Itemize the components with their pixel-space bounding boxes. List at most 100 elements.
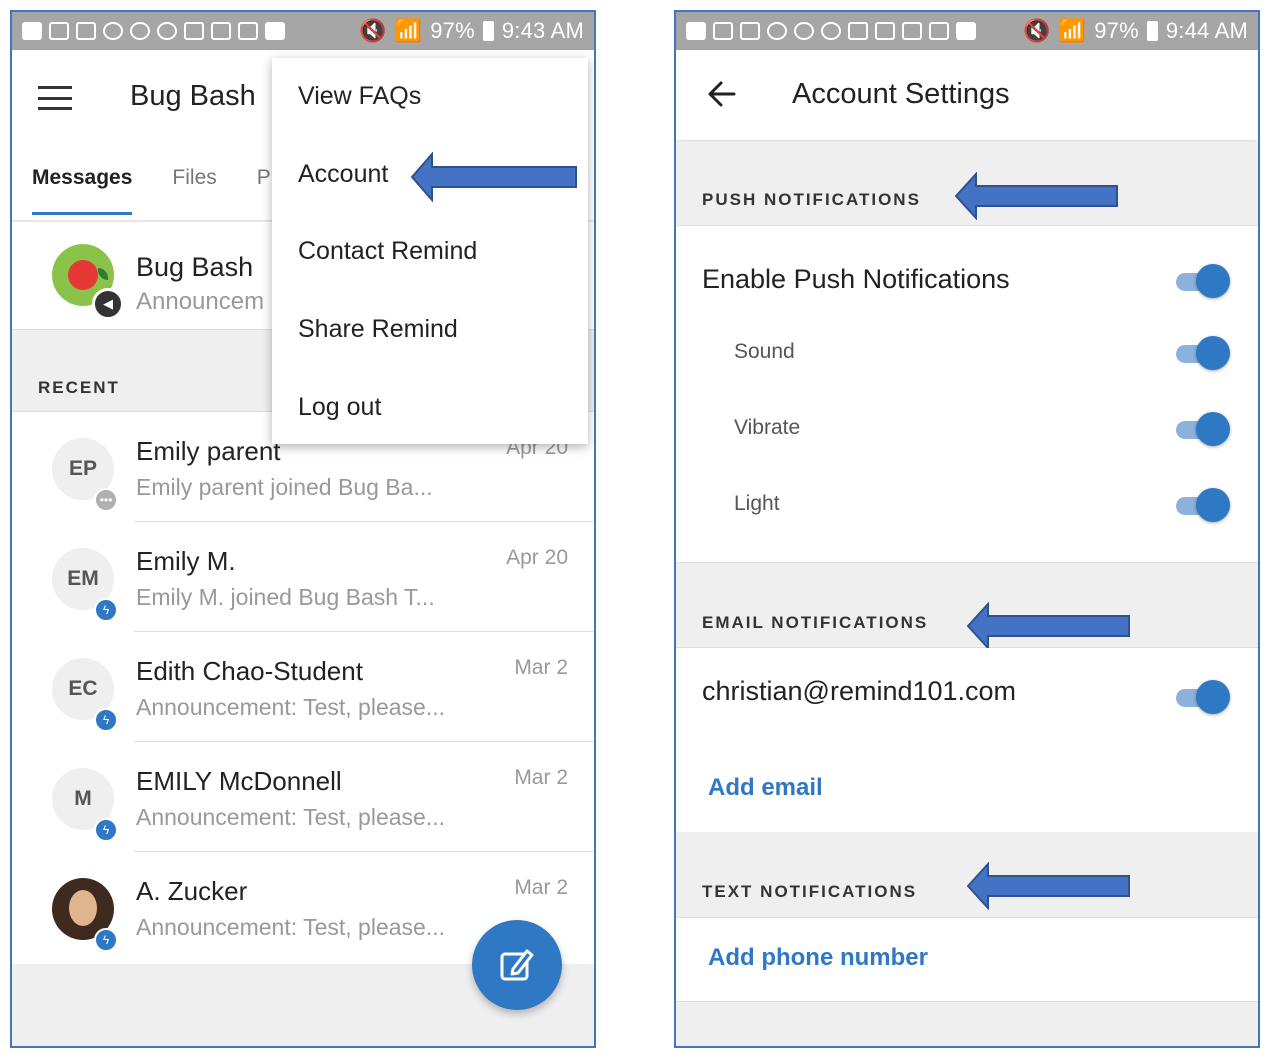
apple-icon <box>68 260 108 290</box>
message-sender: EMILY McDonnell <box>136 766 342 796</box>
notification-icons <box>686 22 976 40</box>
calendar-icon <box>929 22 949 40</box>
battery-level: 97% <box>1094 18 1139 43</box>
message-date: Apr 20 <box>506 546 568 569</box>
menu-item-log-out[interactable]: Log out <box>272 368 588 446</box>
tab-messages[interactable]: Messages <box>32 166 133 215</box>
class-name: Bug Bash <box>136 252 254 282</box>
text-notifications-label: TEXT NOTIFICATIONS <box>702 882 918 901</box>
callout-arrow-account <box>410 152 577 202</box>
signal-icon: 📶 <box>1058 18 1087 43</box>
battery-icon <box>1146 21 1158 41</box>
message-date: Mar 2 <box>514 656 568 679</box>
voicemail-icon <box>76 22 96 40</box>
mail-icon <box>211 22 231 40</box>
page-title: Bug Bash <box>130 80 256 112</box>
vibrate-label: Vibrate <box>734 416 801 439</box>
calendar-icon <box>238 22 258 40</box>
message-preview: Emily parent joined Bug Ba... <box>136 474 433 500</box>
message-sender: Edith Chao-Student <box>136 656 363 686</box>
message-preview: Announcement: Test, please... <box>136 914 445 940</box>
settings-footer <box>676 1002 1258 1046</box>
enable-push-toggle[interactable] <box>1176 264 1230 298</box>
signal-icon: 📶 <box>394 18 423 43</box>
weather-icon <box>821 22 841 40</box>
push-notifications-label: PUSH NOTIFICATIONS <box>702 190 921 209</box>
back-arrow-icon[interactable] <box>706 78 738 110</box>
clock: 9:43 AM <box>501 18 584 43</box>
chat-icon <box>22 22 42 40</box>
message-preview: Announcement: Test, please... <box>136 804 445 830</box>
message-sender: A. Zucker <box>136 876 248 906</box>
callout-arrow-email <box>966 602 1130 650</box>
email-address: christian@remind101.com <box>702 676 1017 706</box>
voicemail-icon <box>740 22 760 40</box>
weather-icon <box>157 22 177 40</box>
mute-icon: 🔇 <box>359 18 387 43</box>
recent-label: RECENT <box>38 378 120 397</box>
menu-icon[interactable] <box>38 86 72 110</box>
add-email-link[interactable]: Add email <box>708 774 823 802</box>
light-toggle[interactable] <box>1176 488 1230 522</box>
status-bar: 🔇 📶 97% 9:44 AM <box>676 12 1258 50</box>
list-item[interactable]: EM ϟ Emily M. Emily M. joined Bug Bash T… <box>12 522 594 632</box>
message-list: EP ••• Emily parent Emily parent joined … <box>12 412 594 962</box>
status-bar: 🔇 📶 97% 9:43 AM <box>12 12 594 50</box>
menu-item-view-faqs[interactable]: View FAQs <box>272 58 588 136</box>
mail-icon <box>875 22 895 40</box>
email-toggle[interactable] <box>1176 680 1230 714</box>
chat-icon <box>686 22 706 40</box>
clock: 9:44 AM <box>1165 18 1248 43</box>
battery-level: 97% <box>430 18 475 43</box>
tab-files[interactable]: Files <box>172 166 216 215</box>
enable-push-label: Enable Push Notifications <box>702 264 1010 294</box>
menu-item-contact-remind[interactable]: Contact Remind <box>272 213 588 291</box>
chat-bubble-badge-icon: ••• <box>94 488 118 512</box>
text-settings: Add phone number <box>676 918 1258 1002</box>
message-sender: Emily M. <box>136 546 236 576</box>
battery-icon <box>482 21 494 41</box>
message-preview: Announcement: Test, please... <box>136 694 445 720</box>
bolt-badge-icon: ϟ <box>94 598 118 622</box>
bolt-badge-icon: ϟ <box>94 818 118 842</box>
message-preview: Emily M. joined Bug Bash T... <box>136 584 435 610</box>
sound-label: Sound <box>734 340 795 363</box>
phone-screen-messages: 🔇 📶 97% 9:43 AM Bug Bash Messages Files … <box>10 10 596 1048</box>
compose-button[interactable] <box>472 920 562 1010</box>
bolt-badge-icon: ϟ <box>94 928 118 952</box>
list-item[interactable]: M ϟ EMILY McDonnell Announcement: Test, … <box>12 742 594 852</box>
message-date: Mar 2 <box>514 876 568 899</box>
sound-toggle[interactable] <box>1176 336 1230 370</box>
message-sender: Emily parent <box>136 436 281 466</box>
overflow-menu: View FAQs Account Contact Remind Share R… <box>272 58 588 444</box>
add-phone-number-link[interactable]: Add phone number <box>708 944 928 972</box>
slack-icon <box>713 22 733 40</box>
compose-icon <box>500 949 534 981</box>
whatsapp-icon <box>103 22 123 40</box>
email-settings: christian@remind101.com Add email <box>676 648 1258 832</box>
callout-arrow-push <box>954 172 1118 220</box>
image-icon <box>902 22 922 40</box>
mute-icon: 🔇 <box>1023 18 1051 43</box>
flipboard-icon <box>956 22 976 40</box>
light-label: Light <box>734 492 780 515</box>
gmail-icon <box>848 22 868 40</box>
callout-arrow-text <box>966 862 1130 910</box>
push-settings: Enable Push Notifications Sound Vibrate … <box>676 226 1258 562</box>
list-item[interactable]: EC ϟ Edith Chao-Student Announcement: Te… <box>12 632 594 742</box>
tab-bar: Messages Files P <box>32 166 271 215</box>
message-date: Mar 2 <box>514 766 568 789</box>
class-subtitle: Announcem <box>136 288 265 315</box>
menu-item-share-remind[interactable]: Share Remind <box>272 291 588 369</box>
phone-screen-account-settings: 🔇 📶 97% 9:44 AM Account Settings PUSH NO… <box>674 10 1260 1048</box>
gmail-icon <box>184 22 204 40</box>
whatsapp-icon <box>767 22 787 40</box>
bolt-badge-icon: ϟ <box>94 708 118 732</box>
page-title: Account Settings <box>792 78 1010 110</box>
email-notifications-label: EMAIL NOTIFICATIONS <box>702 613 929 632</box>
messenger-icon <box>794 22 814 40</box>
vibrate-toggle[interactable] <box>1176 412 1230 446</box>
app-header: Account Settings <box>676 50 1258 140</box>
tab-people[interactable]: P <box>257 166 271 215</box>
megaphone-icon: ◀ <box>92 288 124 320</box>
